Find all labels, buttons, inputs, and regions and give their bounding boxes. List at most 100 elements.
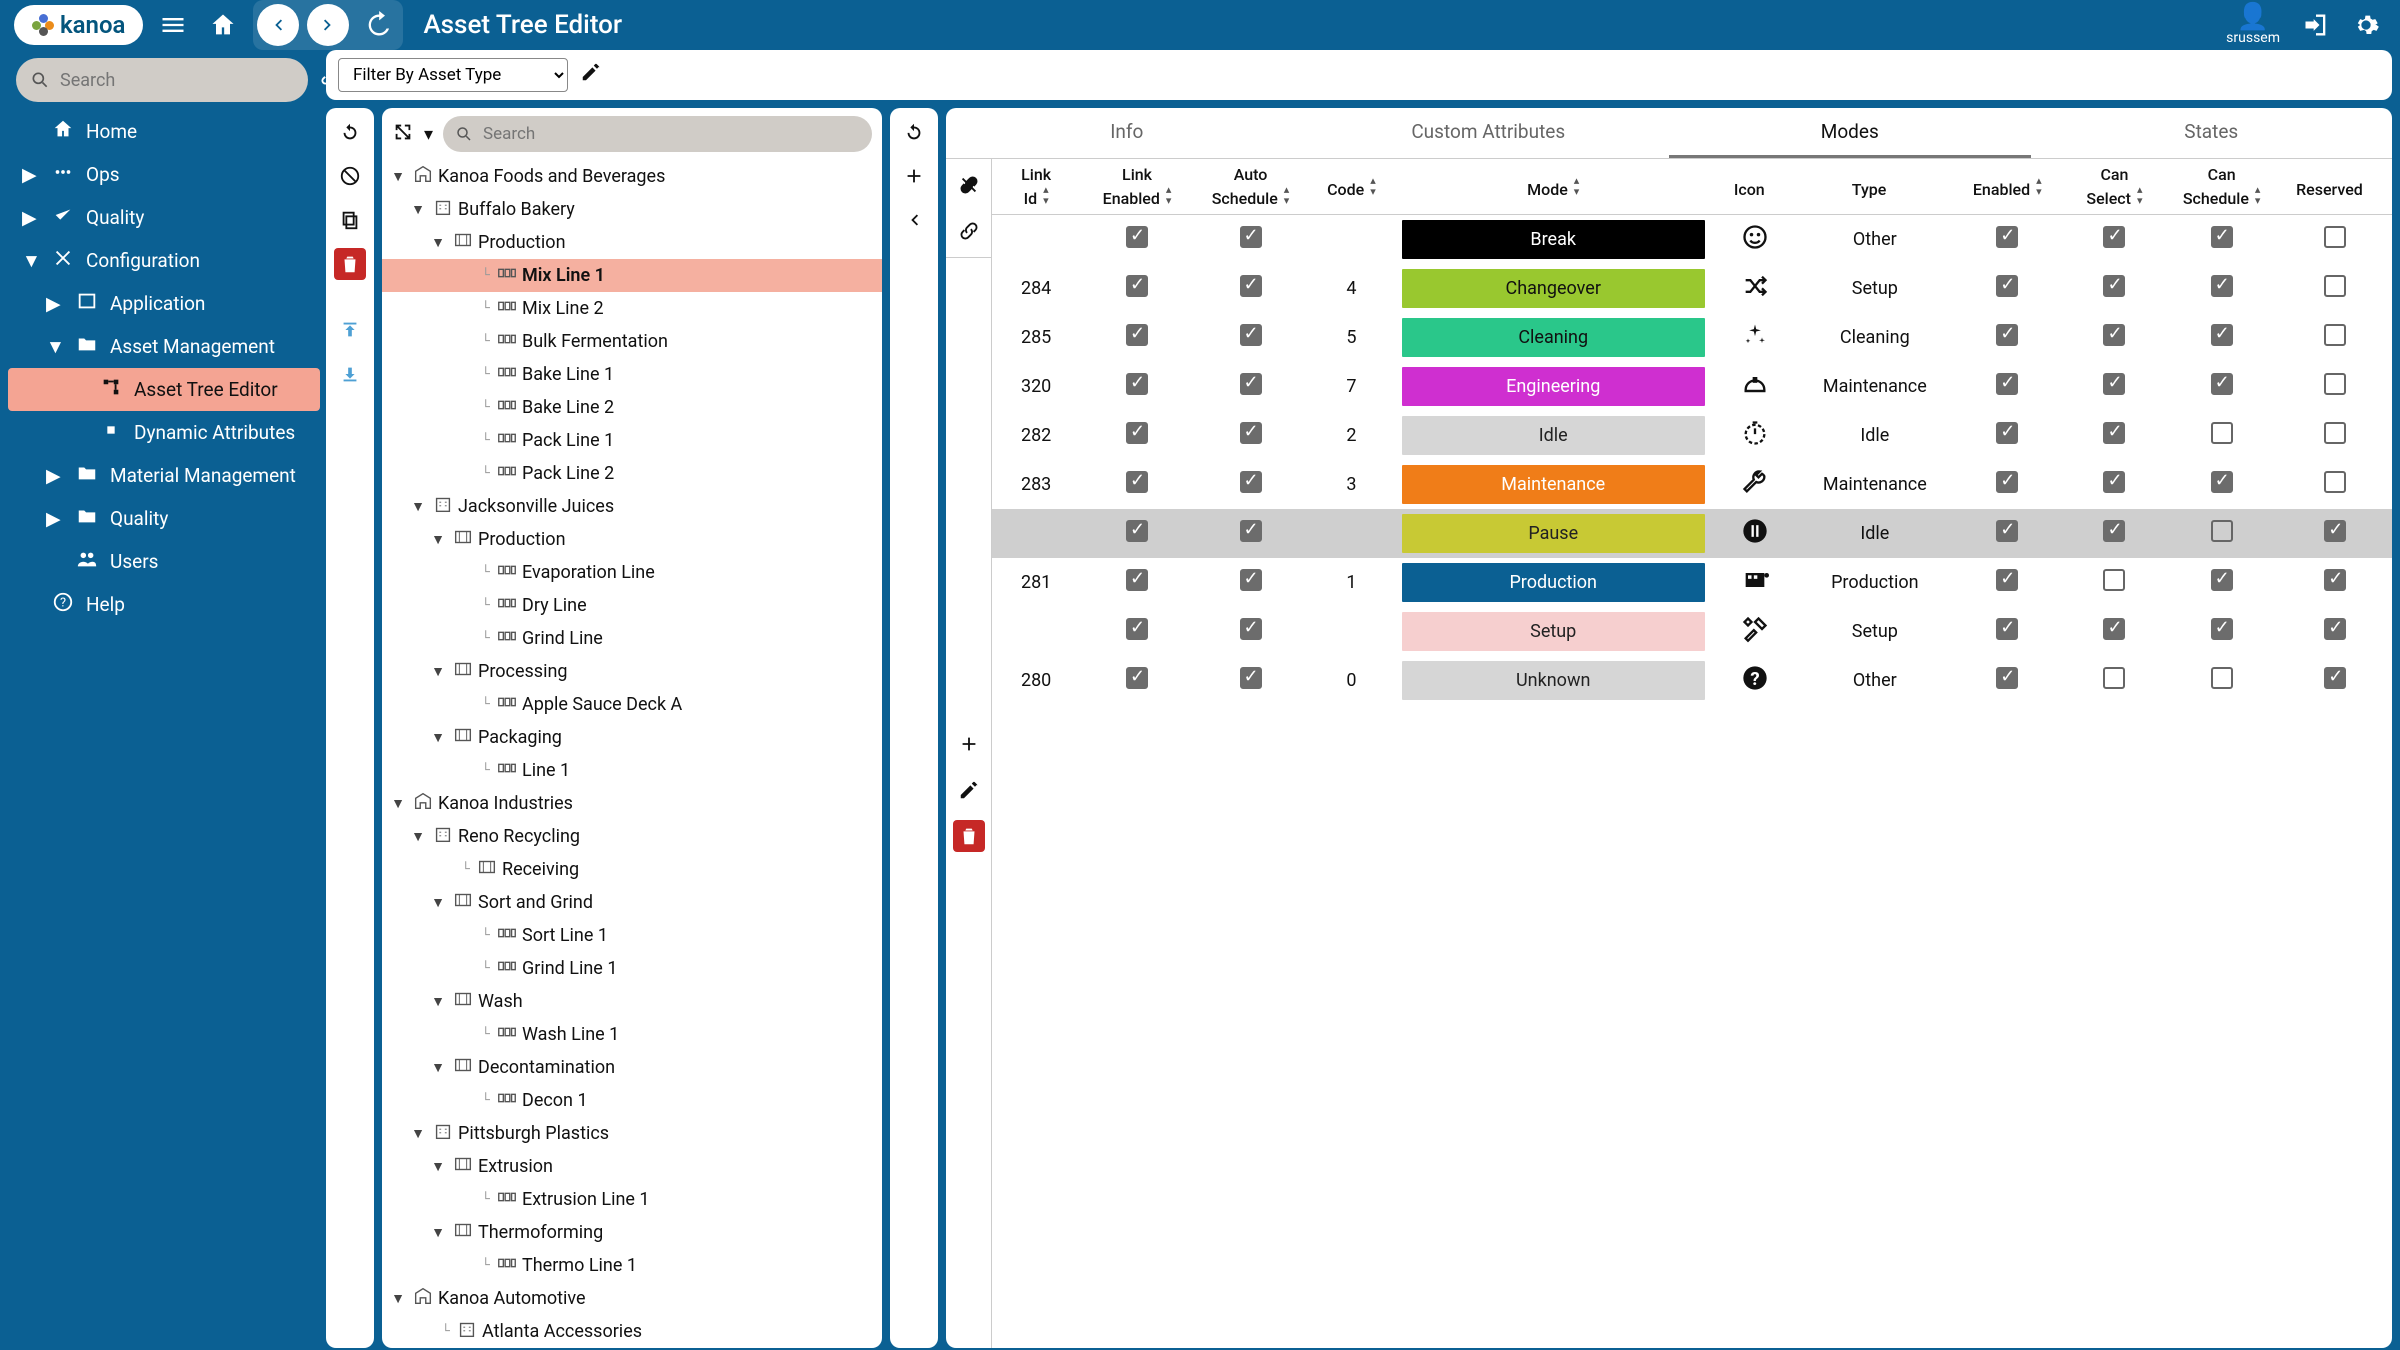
checkbox[interactable] <box>1126 373 1148 395</box>
grid-add-button[interactable] <box>953 728 985 760</box>
tree-node[interactable]: └Bake Line 1 <box>382 358 882 391</box>
tab-states[interactable]: States <box>2031 108 2393 158</box>
checkbox[interactable] <box>2211 618 2233 640</box>
checkbox[interactable] <box>2103 569 2125 591</box>
grid-row[interactable]: SetupSetup <box>992 607 2392 656</box>
tree-node[interactable]: ▼Production <box>382 226 882 259</box>
filter-asset-type-select[interactable]: Filter By Asset Type <box>338 58 568 92</box>
checkbox[interactable] <box>2324 618 2346 640</box>
tree-node[interactable]: └Pack Line 1 <box>382 424 882 457</box>
checkbox[interactable] <box>2211 226 2233 248</box>
delete-button[interactable] <box>334 248 366 280</box>
grid-row[interactable]: PauseIdle <box>992 509 2392 558</box>
checkbox[interactable] <box>2324 226 2346 248</box>
checkbox[interactable] <box>2211 471 2233 493</box>
checkbox[interactable] <box>1126 471 1148 493</box>
tree-search-input[interactable] <box>443 116 872 152</box>
nav-item-ops[interactable]: ▶Ops <box>8 153 320 196</box>
tree-node[interactable]: ▼Wash <box>382 985 882 1018</box>
checkbox[interactable] <box>2211 422 2233 444</box>
checkbox[interactable] <box>2324 324 2346 346</box>
checkbox[interactable] <box>1240 471 1262 493</box>
move-up-button[interactable] <box>334 314 366 346</box>
tree-node[interactable]: ▼Pittsburgh Plastics <box>382 1117 882 1150</box>
checkbox[interactable] <box>2324 373 2346 395</box>
col-mode[interactable]: Mode ▴▾ <box>1396 159 1711 215</box>
tree-node[interactable]: ▼Thermoforming <box>382 1216 882 1249</box>
grid-row[interactable]: 2855CleaningCleaning <box>992 313 2392 362</box>
tree-node[interactable]: └Thermo Line 1 <box>382 1249 882 1282</box>
grid-row[interactable]: 2833MaintenanceMaintenance <box>992 460 2392 509</box>
checkbox[interactable] <box>2211 373 2233 395</box>
tree-node[interactable]: └Mix Line 1 <box>382 259 882 292</box>
tab-custom-attributes[interactable]: Custom Attributes <box>1308 108 1670 158</box>
home-button[interactable] <box>203 5 243 45</box>
nav-item-application[interactable]: ▶Application <box>8 282 320 325</box>
nav-item-configuration[interactable]: ▼Configuration <box>8 239 320 282</box>
collapse-button[interactable] <box>898 204 930 236</box>
tree-node[interactable]: └Grind Line <box>382 622 882 655</box>
col-auto-schedule[interactable]: AutoSchedule ▴▾ <box>1194 159 1308 215</box>
nav-item-users[interactable]: Users <box>8 540 320 583</box>
checkbox[interactable] <box>2103 471 2125 493</box>
tree-node[interactable]: ▼Decontamination <box>382 1051 882 1084</box>
add-button[interactable] <box>898 160 930 192</box>
tree-node[interactable]: └Bulk Fermentation <box>382 325 882 358</box>
nav-forward-button[interactable] <box>307 4 349 46</box>
checkbox[interactable] <box>2211 667 2233 689</box>
tree-node[interactable]: └Wash Line 1 <box>382 1018 882 1051</box>
tree-node[interactable]: └Evaporation Line <box>382 556 882 589</box>
grid-delete-button[interactable] <box>953 820 985 852</box>
col-link-id[interactable]: LinkId ▴▾ <box>992 159 1080 215</box>
tree-node[interactable]: ▼Jacksonville Juices <box>382 490 882 523</box>
nav-back-button[interactable] <box>257 4 299 46</box>
nav-item-asset-management[interactable]: ▼Asset Management <box>8 325 320 368</box>
tree-options-button[interactable] <box>392 121 414 148</box>
checkbox[interactable] <box>1996 324 2018 346</box>
tree-node[interactable]: └Sort Line 1 <box>382 919 882 952</box>
col-reserved[interactable]: Reserved ▴▾ <box>2278 159 2392 215</box>
tree-node[interactable]: ▼Extrusion <box>382 1150 882 1183</box>
nav-item-help[interactable]: ?Help <box>8 583 320 626</box>
checkbox[interactable] <box>1996 226 2018 248</box>
checkbox[interactable] <box>1996 618 2018 640</box>
nav-item-quality[interactable]: ▶Quality <box>8 497 320 540</box>
checkbox[interactable] <box>1126 520 1148 542</box>
col-enabled[interactable]: Enabled ▴▾ <box>1951 159 2065 215</box>
nav-item-quality[interactable]: ▶Quality <box>8 196 320 239</box>
tree-node[interactable]: ▼Sort and Grind <box>382 886 882 919</box>
nav-item-material-management[interactable]: ▶Material Management <box>8 454 320 497</box>
checkbox[interactable] <box>1126 422 1148 444</box>
checkbox[interactable] <box>1240 422 1262 444</box>
checkbox[interactable] <box>1240 667 1262 689</box>
col-type[interactable]: Type ▴▾ <box>1799 159 1950 215</box>
settings-button[interactable] <box>2346 5 2386 45</box>
checkbox[interactable] <box>1240 324 1262 346</box>
move-down-button[interactable] <box>334 358 366 390</box>
checkbox[interactable] <box>2211 324 2233 346</box>
checkbox[interactable] <box>2324 422 2346 444</box>
tab-modes[interactable]: Modes <box>1669 108 2031 158</box>
checkbox[interactable] <box>2324 667 2346 689</box>
checkbox[interactable] <box>1240 373 1262 395</box>
hamburger-menu-button[interactable] <box>153 5 193 45</box>
checkbox[interactable] <box>2103 324 2125 346</box>
checkbox[interactable] <box>2211 275 2233 297</box>
checkbox[interactable] <box>2324 275 2346 297</box>
grid-row[interactable]: 2800Unknown?Other <box>992 656 2392 705</box>
tree-node[interactable]: ▼Kanoa Industries <box>382 787 882 820</box>
tree-node[interactable]: └Extrusion Line 1 <box>382 1183 882 1216</box>
grid-row[interactable]: 2822IdleIdle <box>992 411 2392 460</box>
tree-node[interactable]: └Mix Line 2 <box>382 292 882 325</box>
checkbox[interactable] <box>2211 569 2233 591</box>
col-icon[interactable]: Icon ▴▾ <box>1711 159 1799 215</box>
refresh-button[interactable] <box>334 116 366 148</box>
tree-node[interactable]: ▼Production <box>382 523 882 556</box>
checkbox[interactable] <box>2324 471 2346 493</box>
logout-button[interactable] <box>2296 5 2336 45</box>
current-user[interactable]: 👤 srussem <box>2226 4 2280 46</box>
grid-refresh-button[interactable] <box>898 116 930 148</box>
col-code[interactable]: Code ▴▾ <box>1307 159 1395 215</box>
grid-row[interactable]: BreakOther <box>992 215 2392 265</box>
tree-node[interactable]: ▼Processing <box>382 655 882 688</box>
